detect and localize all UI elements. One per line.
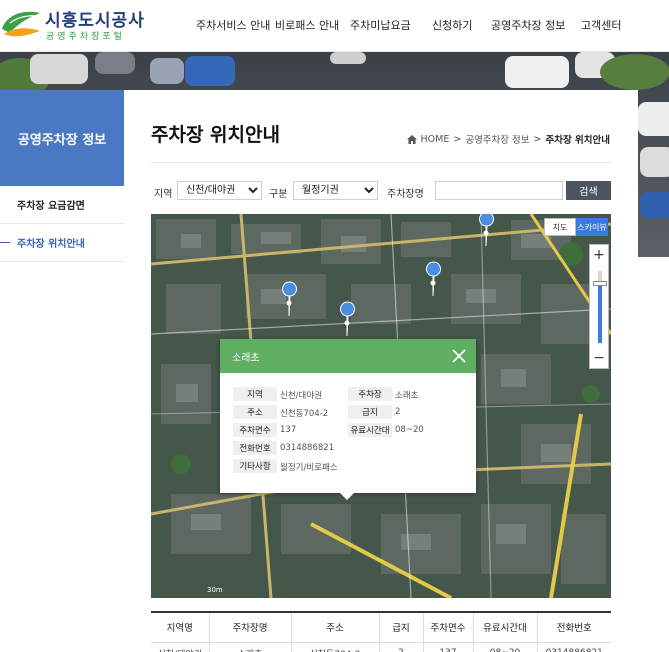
breadcrumb-separator: > [453,133,462,145]
column-header: 유료시간대 [473,611,538,643]
popup-key: 주차면수 [233,423,277,437]
zoom-level-fill [598,283,602,343]
popup-value: 2 [395,407,401,417]
table-cell: 소래초 [209,642,292,652]
logo-title: 시흥도시공사 [45,11,145,31]
sidebar-title: 공영주차장 정보 [0,90,124,186]
popup-key: 급지 [348,405,392,419]
table-cell: 신천/대야권 [151,642,210,652]
zoom-control: + − [589,244,609,369]
breadcrumb-current: 주차장 위치안내 [545,135,611,146]
table-cell: 0314886821 [537,642,611,652]
type-label: 구분 [269,189,288,200]
map-view-button[interactable]: 지도 [544,218,576,236]
parking-name-label: 주차장명 [387,189,424,200]
home-icon [406,134,417,144]
column-header: 주소 [291,611,380,643]
table-header-row: 지역명 주차장명 주소 급지 주차면수 유료시간대 전화번호 [151,611,611,643]
main-content: 주차장 위치안내 HOME > 공영주차장 정보 > 주차장 위치안내 지역 신… [124,90,638,652]
popup-pointer [340,493,354,500]
popup-value: 신천/대야권 [280,391,322,401]
popup-value: 08~20 [395,425,424,435]
skyview-button[interactable]: 스카이뷰 [576,218,608,236]
column-header: 주차면수 [423,611,474,643]
nav-unpaid-fees[interactable]: 주차미납요금 [350,17,411,33]
table-cell: 137 [423,642,474,652]
popup-value: 137 [280,425,297,435]
title-divider [151,162,611,163]
breadcrumb-home[interactable]: HOME [421,134,450,145]
search-filter: 지역 신천/대야권 구분 월정기권 주차장명 검색 [151,180,611,202]
column-header: 전화번호 [537,611,611,643]
active-marker [0,242,10,243]
sidebar-item-fee-reduction[interactable]: 주차장 요금감면 [0,186,124,224]
sidebar-item-label: 주차장 요금감면 [17,201,85,212]
popup-key: 주소 [233,405,277,419]
site-logo[interactable]: 시흥도시공사 공영주차장포털 [0,4,144,44]
region-select[interactable]: 신천/대야권 [177,181,262,200]
satellite-map[interactable]: 지도 스카이뷰 + − 소래초 지역 신천/대야권 주차장 소래초 주소 신천동… [151,214,611,598]
sidebar-item-label: 주차장 위치안내 [17,239,85,250]
popup-key: 주차장 [348,387,392,401]
logo-leaf-icon [2,11,40,37]
popup-header: 소래초 [220,339,476,373]
nav-apply[interactable]: 신청하기 [432,17,472,33]
logo-subtitle: 공영주차장포털 [46,32,125,42]
breadcrumb-separator: > [533,133,542,145]
sidebar-menu: 주차장 요금감면 주차장 위치안내 [0,186,124,262]
breadcrumb: HOME > 공영주차장 정보 > 주차장 위치안내 [406,132,611,146]
nav-parking-service[interactable]: 주차서비스 안내 [196,17,270,33]
sidebar-item-location-guide[interactable]: 주차장 위치안내 [0,224,124,262]
page: 시흥도시공사 공영주차장포털 주차서비스 안내 비로패스 안내 주차미납요금 신… [0,0,669,652]
popup-title: 소래초 [232,352,260,364]
column-header: 지역명 [151,611,210,643]
popup-key: 전화번호 [233,441,277,455]
column-header: 주차장명 [209,611,292,643]
zoom-slider-handle[interactable] [593,281,607,286]
breadcrumb-level1[interactable]: 공영주차장 정보 [465,132,529,146]
map-type-toggle: 지도 스카이뷰 [544,218,608,236]
table-cell: 2 [379,642,424,652]
close-icon[interactable] [450,347,468,365]
popup-key: 기타사항 [233,459,277,473]
nav-biro-pass[interactable]: 비로패스 안내 [275,17,339,33]
nav-public-parking-info[interactable]: 공영주차장 정보 [491,17,565,33]
search-button[interactable]: 검색 [566,181,611,200]
table-cell: 신천동704-2 [291,642,380,652]
parking-info-popup: 소래초 지역 신천/대야권 주차장 소래초 주소 신천동704-2 급지 2 주… [220,339,476,500]
popup-value: 0314886821 [280,443,335,453]
zoom-out-button[interactable]: − [590,348,608,368]
table-cell: 08~20 [473,642,538,652]
parking-list-table: 지역명 주차장명 주소 급지 주차면수 유료시간대 전화번호 신천/대야권 소래… [151,611,611,652]
site-header: 시흥도시공사 공영주차장포털 주차서비스 안내 비로패스 안내 주차미납요금 신… [0,0,669,52]
popup-key: 유료시간대 [348,423,392,437]
column-header: 급지 [379,611,424,643]
table-row[interactable]: 신천/대야권 소래초 신천동704-2 2 137 08~20 03148868… [151,642,611,652]
popup-value: 소래초 [395,391,419,401]
type-select[interactable]: 월정기권 [293,181,378,200]
popup-value: 신천동704-2 [280,409,329,419]
parking-name-input[interactable] [435,181,563,200]
popup-key: 지역 [233,387,277,401]
zoom-in-button[interactable]: + [590,245,608,265]
region-label: 지역 [154,189,173,200]
page-title: 주차장 위치안내 [151,124,280,146]
popup-value: 월정기/비로패스 [280,463,338,473]
nav-customer-center[interactable]: 고객센터 [581,17,621,33]
map-scale: 30m [207,586,223,594]
